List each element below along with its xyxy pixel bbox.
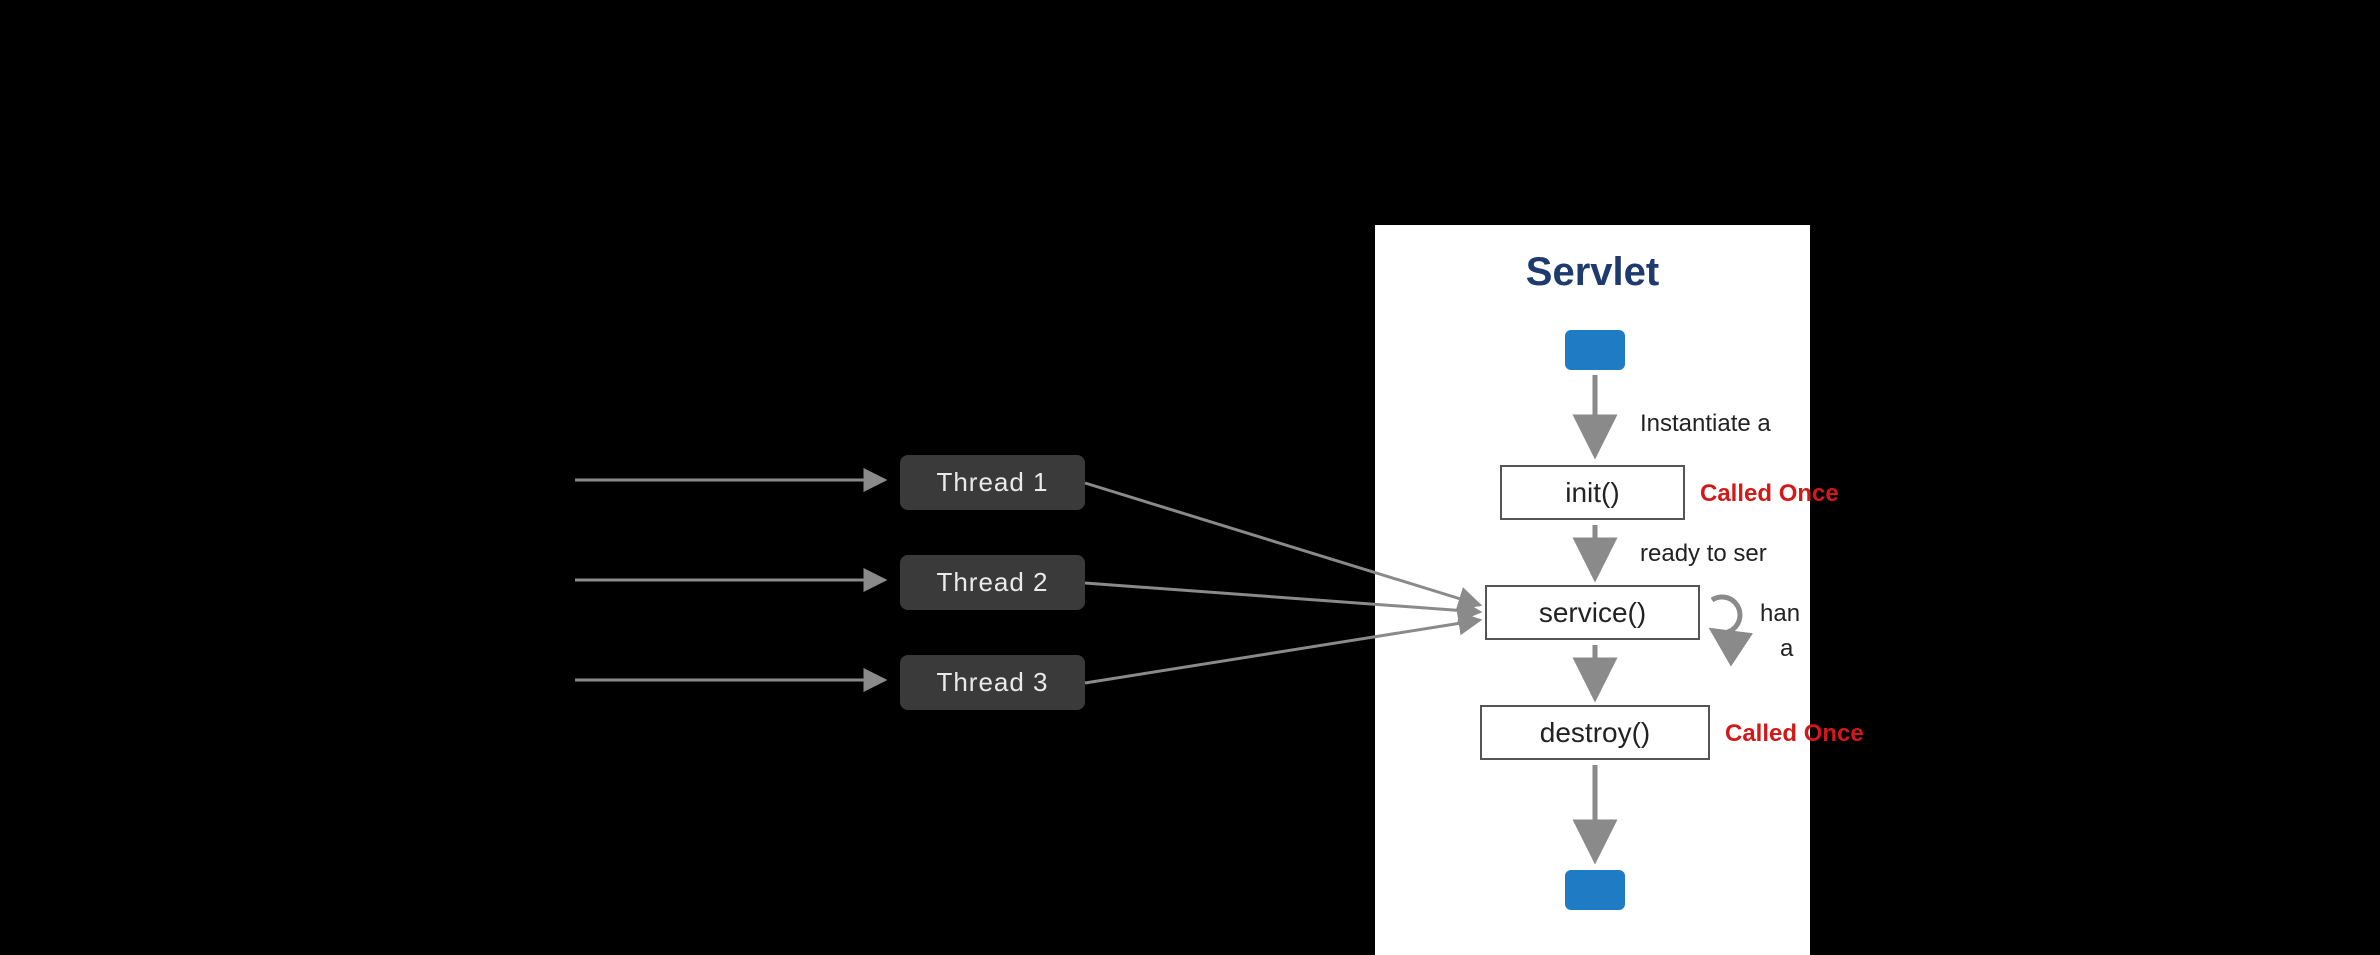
- end-node: [1565, 870, 1625, 910]
- destroy-box: destroy(): [1480, 705, 1710, 760]
- note-handle-1: han: [1760, 600, 1800, 628]
- note-called-once-destroy: Called Once: [1725, 720, 1864, 748]
- thread-box-1: Thread 1: [900, 455, 1085, 510]
- service-box: service(): [1485, 585, 1700, 640]
- thread-box-3: Thread 3: [900, 655, 1085, 710]
- diagram-canvas: Servlet init() service() destroy() Insta…: [0, 0, 2380, 955]
- servlet-title: Servlet: [1375, 250, 1810, 295]
- arrows-overlay: [0, 0, 2380, 955]
- start-node: [1565, 330, 1625, 370]
- thread-box-2: Thread 2: [900, 555, 1085, 610]
- note-handle-2: a: [1780, 635, 1793, 663]
- note-instantiate: Instantiate a: [1640, 410, 1771, 438]
- note-ready: ready to ser: [1640, 540, 1767, 568]
- note-called-once-init: Called Once: [1700, 480, 1839, 508]
- init-box: init(): [1500, 465, 1685, 520]
